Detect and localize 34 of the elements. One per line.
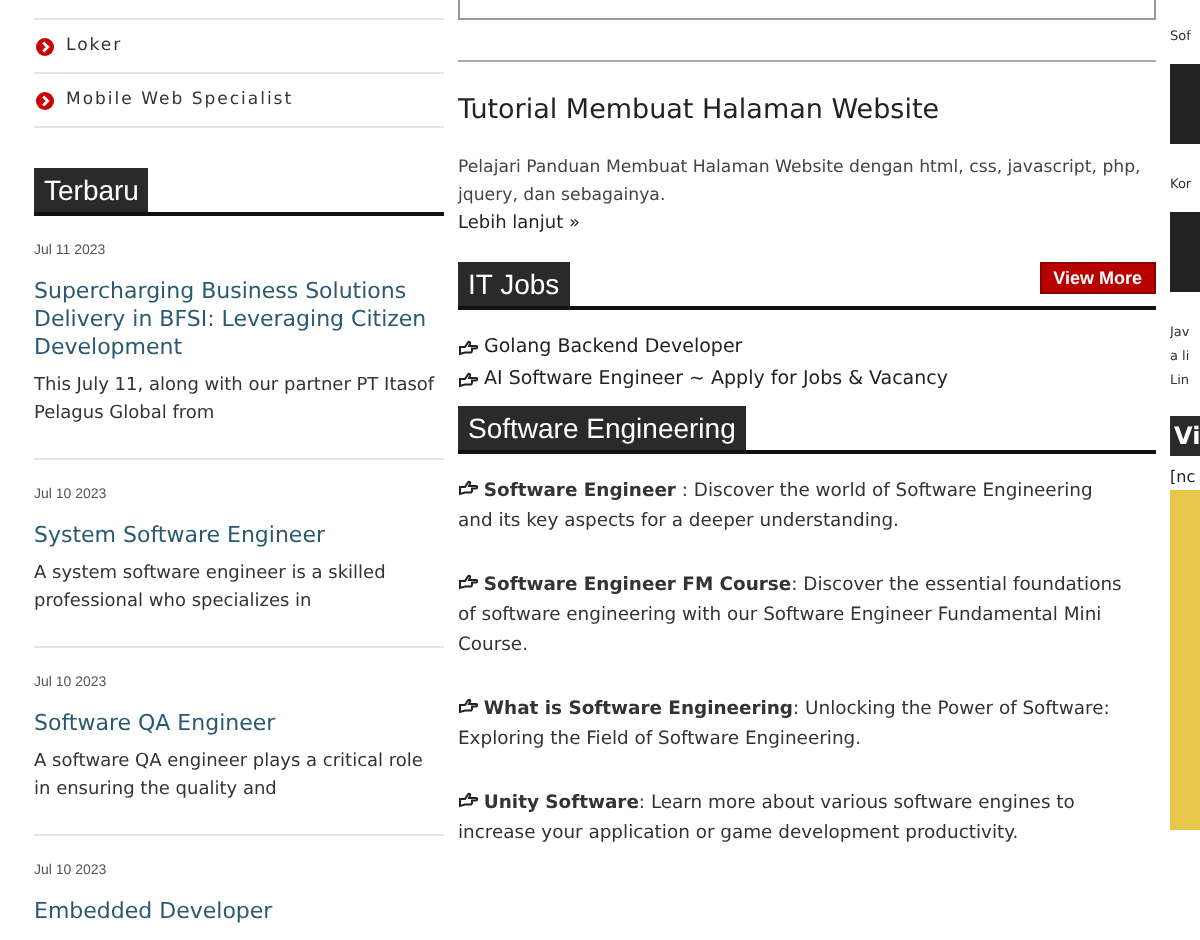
view-more-button[interactable]: View More: [1039, 262, 1156, 294]
article-summary: Software Engineer : Discover the world of Software Engineering and its key aspects for a deeper understanding.: [458, 478, 1095, 536]
chevron-circle-icon: [36, 37, 54, 55]
article-summary: Unity Software: Learn more about various software engines to increase your application or game development productivity.: [458, 790, 1077, 848]
hand-pointer-icon: [458, 792, 478, 808]
section-heading: Terbaru: [34, 168, 149, 212]
post-title-link[interactable]: Software QA Engineer: [34, 710, 444, 738]
hand-pointer-icon: [458, 339, 478, 355]
category-link[interactable]: Loker: [66, 36, 123, 56]
post-title-link[interactable]: Supercharging Business Solutions Delivery in BFSI: Leveraging Citizen Development: [34, 278, 444, 362]
section-heading: IT Jobs: [458, 262, 570, 306]
post-excerpt: A system software engineer is a skilled professional who specializes in: [34, 562, 388, 616]
article-summary: What is Software Engineering: Unlocking the Power of Software: Exploring the Field of Software Engineering.: [458, 696, 1112, 754]
hand-pointer-icon: [458, 371, 478, 387]
tutorial-description: Pelajari Panduan Membuat Halaman Website dengan html, css, javascript, php, jquery, dan sebagainya.: [458, 156, 1143, 210]
post-title-link[interactable]: Embedded Developer: [34, 898, 444, 926]
photo-placeholder: [1170, 64, 1200, 144]
job-link[interactable]: Golang Backend Developer: [484, 336, 743, 358]
photo-placeholder: [1170, 212, 1200, 292]
tutorial-title: Tutorial Membuat Halaman Website: [458, 94, 942, 126]
chevron-circle-icon: [36, 91, 54, 109]
job-link[interactable]: AI Software Engineer ~ Apply for Jobs & Vacancy: [484, 368, 948, 390]
sidebar-heading: Vi: [1170, 416, 1200, 456]
post-excerpt: A software QA engineer plays a critical role in ensuring the quality and: [34, 750, 425, 804]
category-link[interactable]: Mobile Web Specialist: [66, 90, 294, 110]
post-title-link[interactable]: System Software Engineer: [34, 522, 444, 550]
sidebar-note: [nc: [1170, 468, 1198, 486]
hand-pointer-icon: [458, 480, 478, 496]
hand-pointer-icon: [458, 574, 478, 590]
section-heading: Software Engineering: [458, 406, 746, 450]
hand-pointer-icon: [458, 698, 478, 714]
read-more-link[interactable]: Lebih lanjut »: [458, 210, 1156, 238]
article-summary: Software Engineer FM Course: Discover the essential foundations of software engineering with our Software Engineer Fundamental Mini Course.: [458, 572, 1124, 660]
post-excerpt: This July 11, along with our partner PT Itasof Pelagus Global from: [34, 374, 437, 428]
